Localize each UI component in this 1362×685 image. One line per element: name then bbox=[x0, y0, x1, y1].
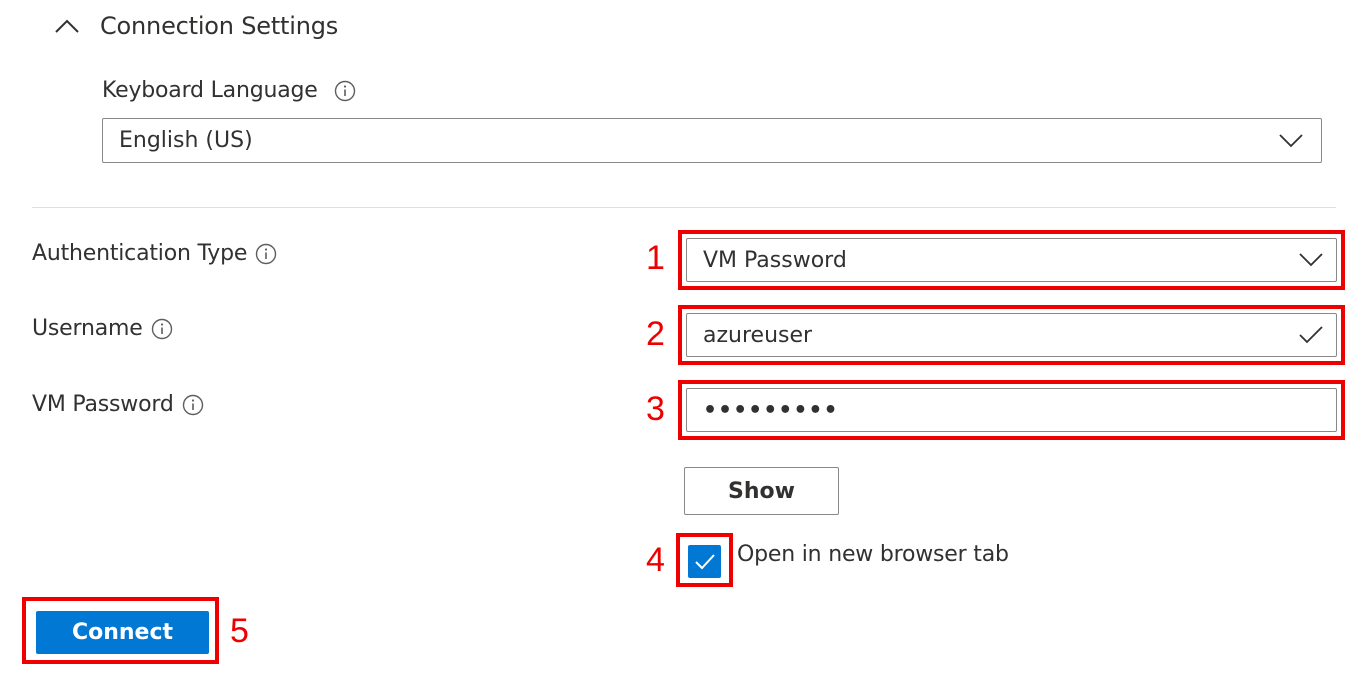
authentication-type-dropdown[interactable]: VM Password bbox=[686, 238, 1337, 282]
chevron-down-icon bbox=[1298, 252, 1324, 268]
chevron-down-icon bbox=[1277, 127, 1305, 155]
connection-settings-header[interactable]: Connection Settings bbox=[52, 6, 338, 46]
info-icon[interactable] bbox=[151, 318, 173, 340]
info-icon[interactable] bbox=[255, 243, 277, 265]
checkmark-icon bbox=[694, 553, 715, 569]
vm-password-value: ••••••••• bbox=[703, 397, 839, 423]
username-highlight: azureuser bbox=[678, 305, 1345, 365]
authentication-type-label: Authentication Type bbox=[32, 241, 277, 266]
step-marker-2: 2 bbox=[646, 315, 665, 353]
auth-type-highlight: VM Password bbox=[678, 230, 1345, 290]
open-new-tab-checkbox[interactable] bbox=[688, 545, 721, 578]
step-marker-1: 1 bbox=[646, 239, 665, 277]
connect-highlight: Connect bbox=[22, 597, 219, 664]
keyboard-language-value: English (US) bbox=[119, 128, 253, 153]
keyboard-language-dropdown[interactable]: English (US) bbox=[102, 118, 1322, 163]
open-new-tab-label[interactable]: Open in new browser tab bbox=[737, 542, 1009, 567]
username-input[interactable]: azureuser bbox=[686, 313, 1337, 357]
step-marker-4: 4 bbox=[646, 541, 665, 579]
section-title: Connection Settings bbox=[100, 12, 339, 40]
info-icon[interactable] bbox=[334, 80, 356, 102]
show-password-button[interactable]: Show bbox=[684, 467, 839, 515]
step-marker-3: 3 bbox=[646, 390, 665, 428]
step-marker-5: 5 bbox=[230, 612, 249, 650]
username-value: azureuser bbox=[703, 322, 813, 348]
checkmark-icon bbox=[1298, 325, 1324, 345]
new-tab-highlight bbox=[676, 533, 733, 587]
vm-password-label-text: VM Password bbox=[32, 392, 174, 417]
keyboard-language-label-text: Keyboard Language bbox=[102, 78, 318, 103]
keyboard-language-label: Keyboard Language bbox=[102, 78, 356, 103]
info-icon[interactable] bbox=[182, 394, 204, 416]
vm-password-input[interactable]: ••••••••• bbox=[686, 388, 1337, 432]
vm-password-highlight: ••••••••• bbox=[678, 380, 1345, 440]
chevron-up-icon[interactable] bbox=[52, 11, 82, 41]
username-label-text: Username bbox=[32, 316, 143, 341]
section-divider bbox=[32, 207, 1336, 208]
vm-password-label: VM Password bbox=[32, 392, 204, 417]
username-label: Username bbox=[32, 316, 173, 341]
connect-button[interactable]: Connect bbox=[36, 611, 209, 654]
authentication-type-label-text: Authentication Type bbox=[32, 241, 248, 266]
authentication-type-value: VM Password bbox=[703, 247, 847, 273]
